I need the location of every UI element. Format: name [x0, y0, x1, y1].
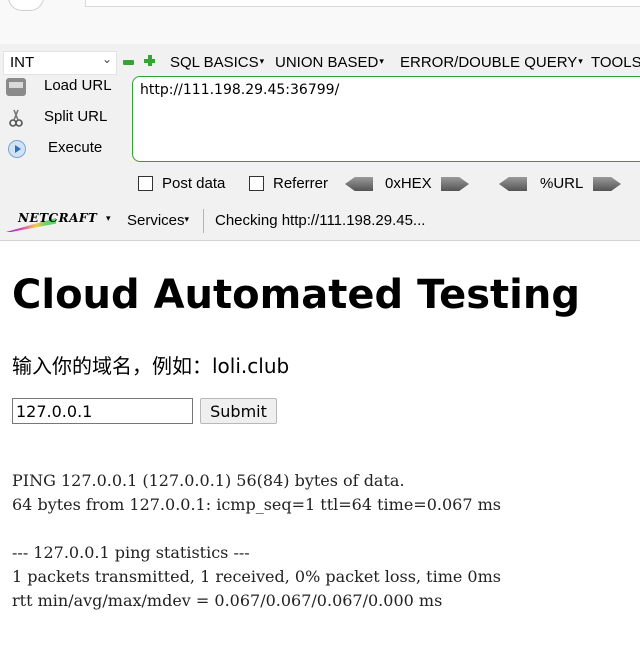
address-bar[interactable]: [85, 0, 640, 7]
dropdown-arrow-icon: ▾: [259, 56, 265, 66]
menu-union-based[interactable]: UNION BASED▾: [275, 54, 384, 71]
chevron-down-icon: ⌄: [101, 52, 112, 66]
dropdown-arrow-icon: ▾: [379, 56, 384, 66]
hackbar-toolbar: INT ⌄ SQL BASICS▾ UNION BASED▾ ERROR/DOU…: [0, 44, 640, 241]
dropdown-arrow-icon: ▾: [184, 214, 190, 224]
netcraft-logo[interactable]: NETCRAFT: [6, 210, 98, 232]
page-title: Cloud Automated Testing: [12, 272, 580, 318]
url-decode-arrow-icon[interactable]: [499, 177, 527, 191]
execute-label: Execute: [48, 139, 103, 156]
minus-icon[interactable]: [123, 60, 134, 65]
menu-label: UNION BASED: [275, 54, 379, 71]
referrer-label: Referrer: [273, 175, 329, 192]
options-row: Post data Referrer 0xHEX %URL: [0, 173, 640, 197]
url-encode-arrow-icon[interactable]: [593, 177, 621, 191]
menu-label: TOOLS: [591, 54, 640, 71]
netcraft-toolbar: NETCRAFT ▾ Services▾ Checking http://111…: [0, 206, 640, 236]
play-icon: [8, 140, 26, 158]
menu-sql-basics[interactable]: SQL BASICS▾: [170, 54, 264, 71]
url-encode-label: %URL: [540, 175, 584, 192]
load-url-label: Load URL: [44, 77, 112, 94]
split-url-label: Split URL: [44, 108, 108, 125]
scissors-icon: [6, 109, 26, 127]
domain-hint: 输入你的域名，例如：loli.club: [12, 354, 290, 378]
post-data-label: Post data: [162, 175, 226, 192]
hex-encode-arrow-icon[interactable]: [441, 177, 469, 191]
menu-label: ERROR/DOUBLE QUERY: [400, 54, 578, 71]
hex-label: 0xHEX: [385, 175, 432, 192]
type-select-value: INT: [10, 54, 35, 71]
hackbar-menu-row: INT ⌄ SQL BASICS▾ UNION BASED▾ ERROR/DOU…: [0, 48, 640, 75]
hex-decode-arrow-icon[interactable]: [345, 177, 373, 191]
domain-input[interactable]: [12, 398, 193, 424]
services-menu[interactable]: Services▾: [127, 212, 189, 229]
netcraft-status-text: Checking http://111.198.29.45...: [215, 212, 426, 229]
browser-chrome: [0, 0, 640, 45]
netcraft-logo-text: NETCRAFT: [18, 211, 98, 225]
toolbar-separator: [203, 209, 204, 233]
post-data-checkbox[interactable]: [138, 176, 153, 191]
back-button[interactable]: [8, 0, 44, 11]
ping-output: PING 127.0.0.1 (127.0.0.1) 56(84) bytes …: [12, 471, 501, 610]
menu-error-double-query[interactable]: ERROR/DOUBLE QUERY▾: [400, 54, 583, 71]
netcraft-dropdown-icon[interactable]: ▾: [106, 213, 111, 224]
load-url-icon: [6, 78, 26, 96]
url-textarea[interactable]: http://111.198.29.45:36799/: [132, 76, 640, 162]
menu-label: SQL BASICS: [170, 54, 259, 71]
plus-icon[interactable]: [144, 55, 155, 66]
submit-button[interactable]: Submit: [200, 398, 277, 424]
type-select[interactable]: INT ⌄: [3, 51, 117, 75]
dropdown-arrow-icon: ▾: [578, 56, 583, 66]
referrer-checkbox[interactable]: [249, 176, 264, 191]
menu-tools[interactable]: TOOLS: [591, 54, 640, 71]
services-label: Services: [127, 212, 185, 229]
